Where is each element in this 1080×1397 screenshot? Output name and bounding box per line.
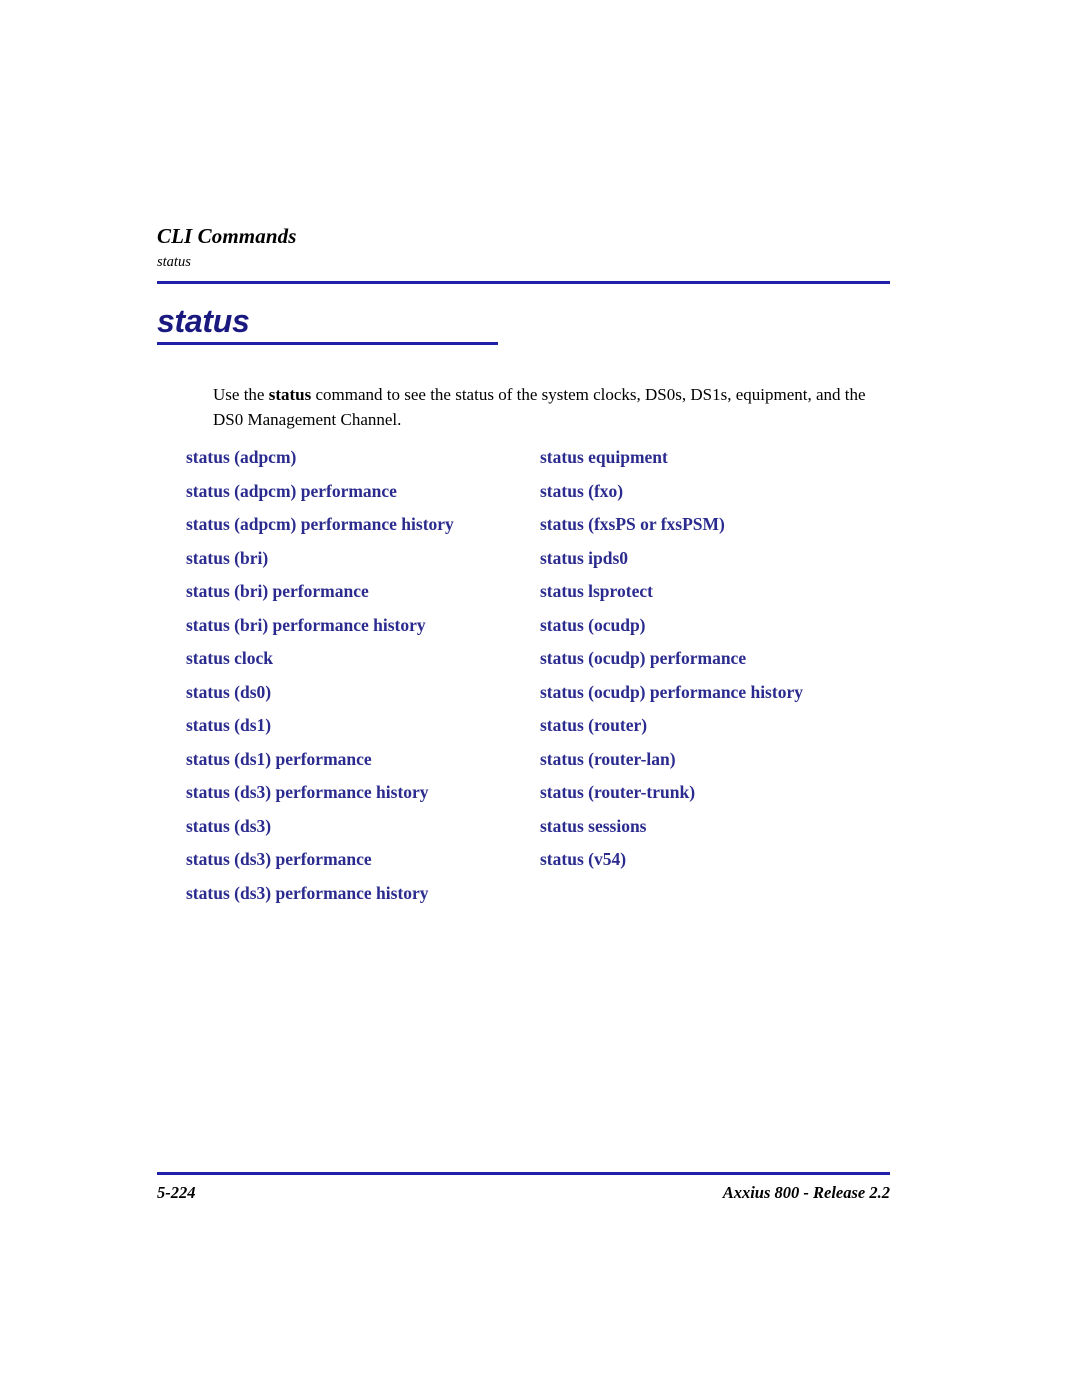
- header-topic-label: status: [157, 254, 191, 271]
- header-chapter-title: CLI Commands: [157, 224, 297, 248]
- command-link[interactable]: status (adpcm): [186, 447, 536, 481]
- command-link[interactable]: status (ocudp) performance history: [540, 682, 900, 716]
- command-link[interactable]: status (ds0): [186, 682, 536, 716]
- intro-text-before: Use the: [213, 385, 269, 404]
- command-link[interactable]: status clock: [186, 648, 536, 682]
- command-link-column-right: status equipment status (fxo) status (fxsP…: [540, 447, 900, 883]
- page-footer: 5-224 Axxius 800 - Release 2.2: [157, 1183, 890, 1207]
- command-link[interactable]: status (ds3): [186, 816, 536, 850]
- section-heading-rule: [157, 342, 498, 345]
- intro-paragraph: Use the status command to see the status…: [213, 383, 893, 433]
- command-link[interactable]: status (bri) performance history: [186, 615, 536, 649]
- command-link[interactable]: status (router-lan): [540, 749, 900, 783]
- header-rule: [157, 281, 890, 284]
- running-header: CLI Commands status: [157, 224, 890, 271]
- intro-command-name: status: [268, 385, 312, 404]
- command-link[interactable]: status (router): [540, 715, 900, 749]
- command-link[interactable]: status (adpcm) performance history: [186, 514, 536, 548]
- command-link[interactable]: status (ds1) performance: [186, 749, 536, 783]
- document-page: CLI Commands status status Use the statu…: [0, 0, 1080, 1397]
- command-link[interactable]: status sessions: [540, 816, 900, 850]
- footer-product-release: Axxius 800 - Release 2.2: [722, 1183, 890, 1202]
- command-link[interactable]: status (fxsPS or fxsPSM): [540, 514, 900, 548]
- command-link[interactable]: status (ds1): [186, 715, 536, 749]
- command-link[interactable]: status (bri) performance: [186, 581, 536, 615]
- intro-text-after: command to see the status of the system …: [213, 385, 866, 429]
- command-link[interactable]: status equipment: [540, 447, 900, 481]
- footer-page-number: 5-224: [157, 1183, 196, 1202]
- command-link-column-left: status (adpcm) status (adpcm) performance…: [186, 447, 536, 916]
- command-link[interactable]: status (bri): [186, 548, 536, 582]
- command-link[interactable]: status ipds0: [540, 548, 900, 582]
- command-link[interactable]: status (fxo): [540, 481, 900, 515]
- command-link[interactable]: status (ds3) performance: [186, 849, 536, 883]
- command-link[interactable]: status (router-trunk): [540, 782, 900, 816]
- command-link[interactable]: status (ocudp) performance: [540, 648, 900, 682]
- command-link[interactable]: status (ocudp): [540, 615, 900, 649]
- footer-rule: [157, 1172, 890, 1175]
- command-link[interactable]: status (v54): [540, 849, 900, 883]
- command-link[interactable]: status (ds3) performance history: [186, 782, 536, 816]
- command-link[interactable]: status (ds3) performance history: [186, 883, 536, 917]
- command-link[interactable]: status lsprotect: [540, 581, 900, 615]
- command-link[interactable]: status (adpcm) performance: [186, 481, 536, 515]
- page-title: status: [157, 303, 250, 339]
